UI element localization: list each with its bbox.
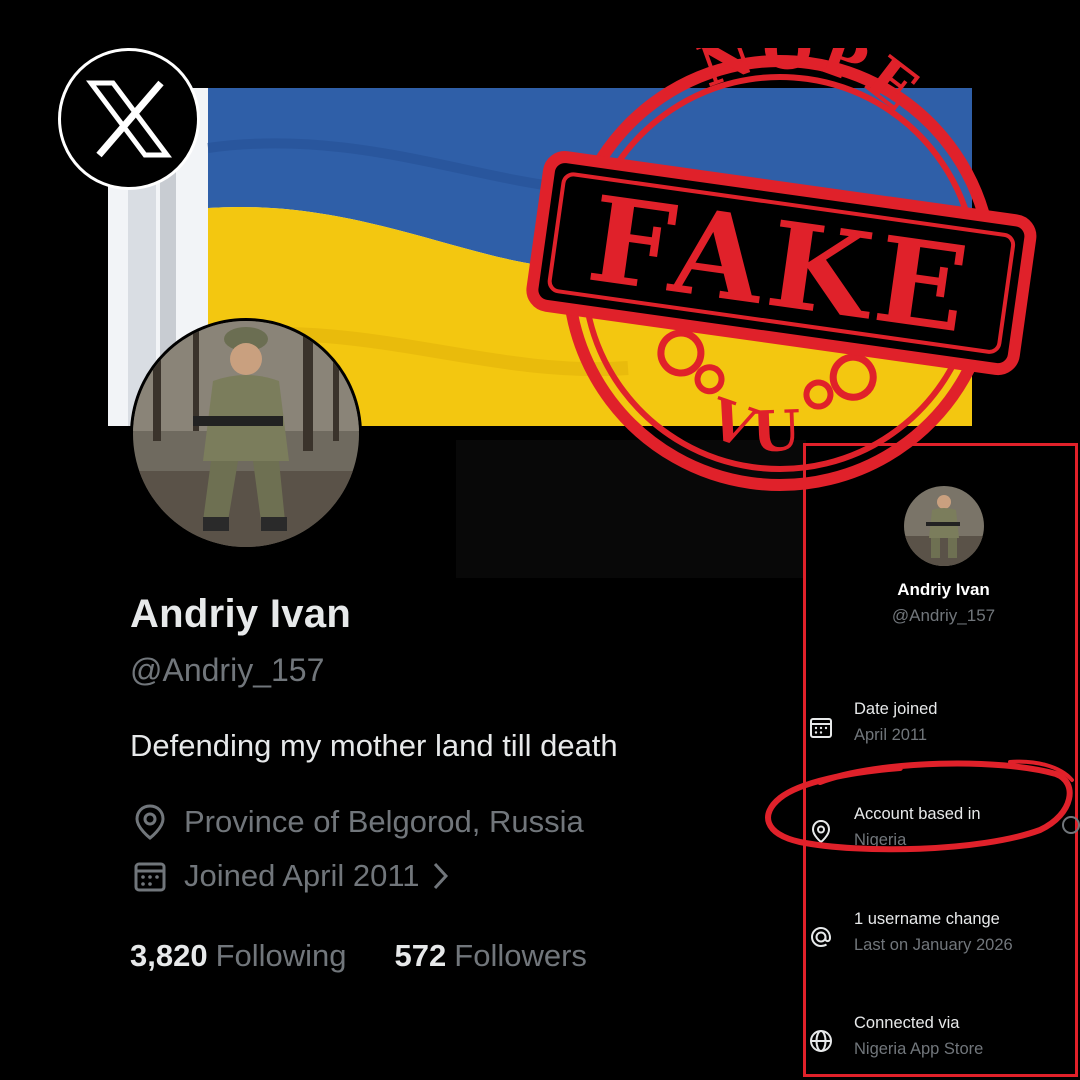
highlight-ellipse	[760, 752, 1080, 862]
fake-stamp: NOPE VU FAKE	[515, 0, 1045, 498]
profile-avatar[interactable]	[130, 318, 362, 550]
date-joined-value: April 2011	[854, 726, 928, 744]
stamp-main-text: FAKE	[581, 169, 982, 360]
profile-bio: Defending my mother land till death	[130, 728, 618, 763]
joined-text: Joined April 2011	[184, 858, 420, 893]
followers-count: 572	[394, 938, 447, 973]
panel-handle: @Andriy_157	[891, 606, 996, 625]
username-change-title: 1 username change	[854, 910, 1000, 928]
username-change-value: Last on January 2026	[854, 936, 1013, 954]
connected-via-value: Nigeria App Store	[854, 1040, 984, 1058]
username-change-item: 1 username change Last on January 2026	[806, 906, 1080, 966]
followers-label: Followers	[454, 938, 587, 973]
following-label: Following	[215, 938, 347, 973]
calendar-icon	[130, 856, 170, 896]
calendar-icon	[808, 714, 834, 740]
profile-location: Province of Belgorod, Russia	[130, 802, 584, 842]
following-count: 3,820	[130, 938, 208, 973]
panel-name: Andriy Ivan	[897, 580, 990, 599]
connected-via-title: Connected via	[854, 1014, 960, 1032]
followers-link[interactable]: 572 Followers	[395, 938, 587, 974]
location-pin-icon	[130, 802, 170, 842]
x-logo-icon	[58, 48, 200, 190]
chevron-right-icon	[430, 860, 452, 892]
date-joined-title: Date joined	[854, 700, 938, 718]
profile-name: Andriy Ivan	[130, 592, 352, 636]
follow-stats: 3,820 Following 572 Followers	[130, 938, 587, 974]
globe-icon	[808, 1028, 834, 1054]
at-sign-icon	[808, 924, 834, 950]
profile-handle: @Andriy_157	[130, 652, 325, 688]
location-text: Province of Belgorod, Russia	[184, 804, 584, 839]
date-joined-item: Date joined April 2011	[806, 696, 1080, 756]
profile-joined[interactable]: Joined April 2011	[130, 856, 452, 896]
following-link[interactable]: 3,820 Following	[130, 938, 347, 974]
connected-via-item: Connected via Nigeria App Store	[806, 1010, 1080, 1070]
